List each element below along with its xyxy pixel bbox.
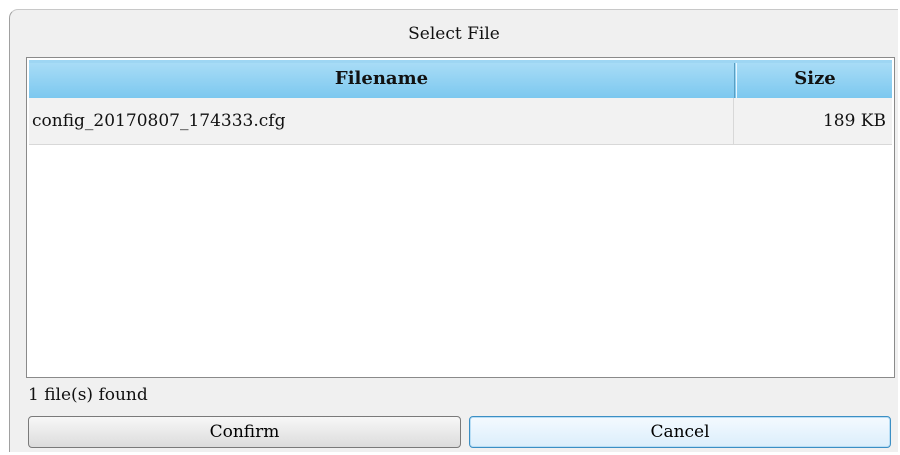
status-text: 1 file(s) found: [28, 385, 148, 405]
table-header: Filename Size: [29, 60, 892, 98]
cell-filename: config_20170807_174333.cfg: [29, 98, 734, 144]
column-header-size[interactable]: Size: [736, 63, 893, 98]
confirm-button[interactable]: Confirm: [28, 416, 461, 448]
column-header-filename[interactable]: Filename: [29, 63, 735, 98]
table-row[interactable]: config_20170807_174333.cfg 189 KB: [29, 98, 892, 145]
file-table: Filename Size config_20170807_174333.cfg…: [26, 57, 895, 378]
cancel-button[interactable]: Cancel: [469, 416, 891, 448]
dialog-title: Select File: [408, 24, 500, 44]
select-file-dialog: Select File Filename Size config_2017080…: [9, 9, 898, 452]
cell-size: 189 KB: [822, 111, 886, 131]
